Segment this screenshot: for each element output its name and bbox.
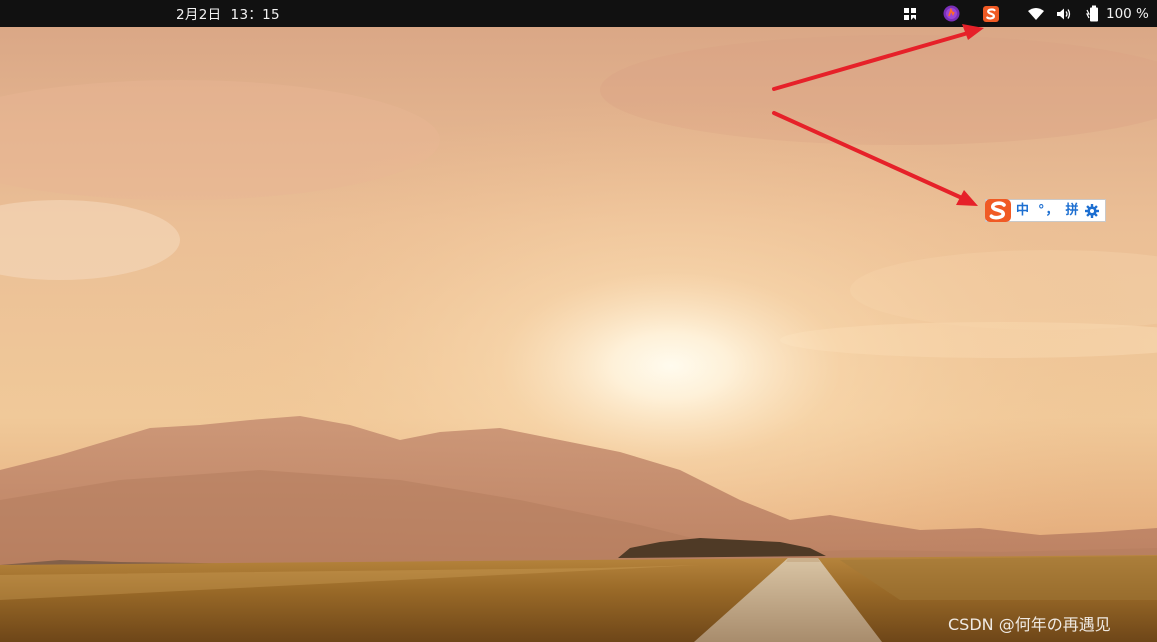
panel-grid-icon[interactable] [900,3,920,24]
ime-language-toggle[interactable]: 中 [1016,200,1029,221]
volume-icon[interactable] [1054,3,1074,24]
battery-percentage[interactable]: 100 % [1106,0,1149,27]
ime-punctuation-toggle[interactable]: °， [1038,200,1060,221]
battery-icon[interactable] [1084,3,1104,24]
app-launcher-icon[interactable] [941,3,961,24]
ime-status-bar[interactable]: 中 °， 拼 [985,198,1106,222]
csdn-watermark: CSDN @何年の再遇见 [948,615,1111,634]
desktop-screen: 2月2日 13：15 100 % 中 °， 拼 CSDN @何年の再遇见 [0,0,1157,642]
wifi-icon[interactable] [1026,3,1046,24]
date-time-clock[interactable]: 2月2日 13：15 [176,0,280,27]
desktop-wallpaper [0,0,1157,642]
top-panel: 2月2日 13：15 100 % [0,0,1157,27]
sogou-logo-icon[interactable] [985,198,1011,222]
sogou-ime-icon[interactable] [980,3,1002,24]
gear-icon[interactable] [1084,200,1099,221]
ime-input-mode[interactable]: 拼 [1066,200,1079,221]
